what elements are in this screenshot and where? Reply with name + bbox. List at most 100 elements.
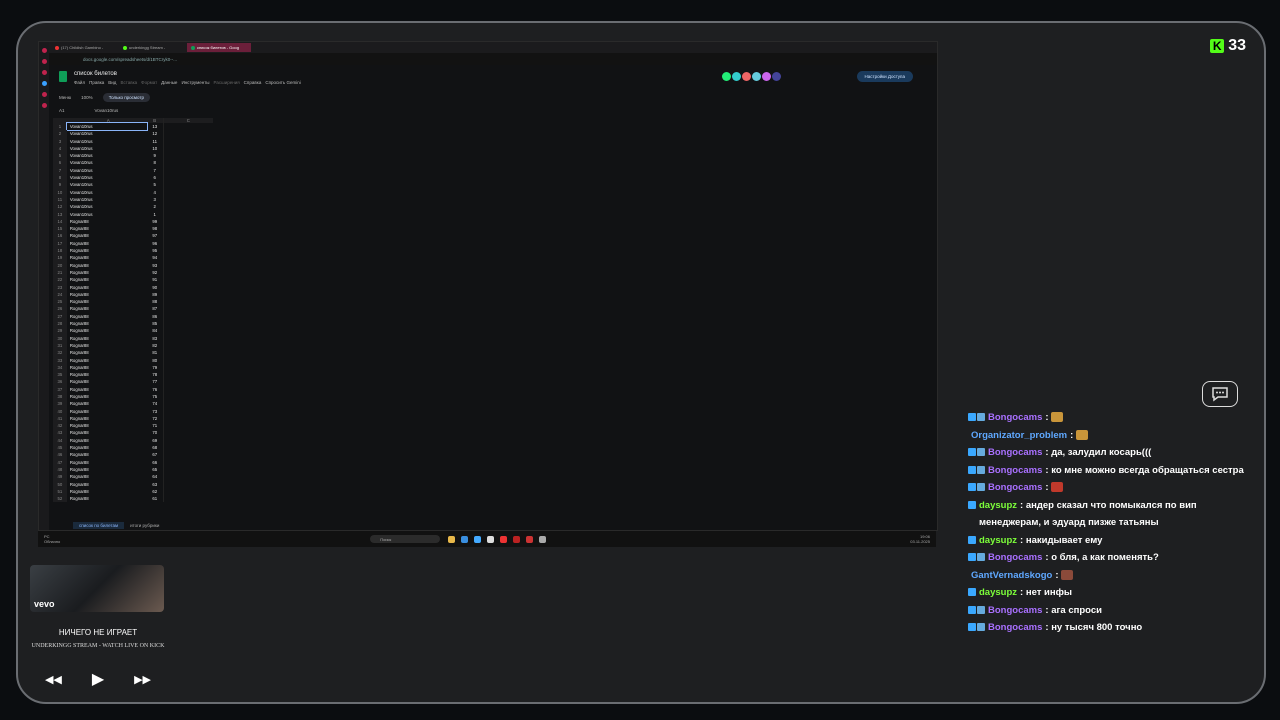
table-cell[interactable]: Rognar88 (67, 247, 147, 254)
table-cell[interactable]: Vovan10rus (67, 145, 147, 152)
table-cell[interactable]: 94 (147, 254, 163, 261)
table-cell[interactable]: 63 (147, 481, 163, 488)
menu-item[interactable]: Файл (74, 80, 85, 85)
table-cell[interactable] (162, 341, 213, 350)
chat-username[interactable]: Bongocams (988, 622, 1042, 633)
table-cell[interactable] (162, 495, 213, 503)
table-cell[interactable] (162, 247, 213, 255)
table-cell[interactable] (162, 422, 213, 430)
table-cell[interactable]: Rognar88 (67, 254, 147, 261)
table-cell[interactable]: Rognar88 (67, 386, 147, 393)
table-cell[interactable]: 64 (147, 473, 163, 480)
table-cell[interactable]: Vovan10rus (67, 203, 147, 210)
table-cell[interactable]: 91 (147, 276, 163, 283)
edge-icon[interactable] (461, 535, 469, 543)
table-cell[interactable] (162, 436, 213, 445)
table-cell[interactable]: Rognar88 (67, 466, 147, 473)
folder-icon[interactable] (448, 535, 456, 543)
table-cell[interactable]: 10 (147, 145, 163, 152)
avatar[interactable] (732, 72, 741, 81)
table-cell[interactable]: 73 (147, 408, 163, 415)
table-cell[interactable]: 1 (147, 211, 163, 218)
menu-item[interactable]: Спросить Gemini (265, 80, 300, 85)
chat-username[interactable]: Bongocams (988, 552, 1042, 563)
table-cell[interactable]: 62 (147, 488, 163, 495)
name-box[interactable]: A1 (59, 108, 65, 116)
table-cell[interactable]: Rognar88 (67, 429, 147, 436)
table-cell[interactable]: Rognar88 (67, 488, 147, 495)
table-cell[interactable] (162, 210, 213, 218)
table-cell[interactable] (162, 276, 213, 284)
table-cell[interactable] (162, 414, 213, 423)
table-cell[interactable]: 75 (147, 393, 163, 400)
table-cell[interactable]: Rognar88 (67, 437, 147, 444)
table-cell[interactable]: 8 (147, 159, 163, 166)
table-cell[interactable] (162, 181, 213, 189)
table-cell[interactable]: Rognar88 (67, 240, 147, 247)
chat-username[interactable]: Bongocams (988, 605, 1042, 616)
table-cell[interactable]: 86 (147, 313, 163, 320)
table-cell[interactable]: Rognar88 (67, 378, 147, 385)
table-cell[interactable]: 79 (147, 364, 163, 371)
sidebar-icon[interactable] (41, 92, 47, 97)
table-cell[interactable] (162, 407, 213, 415)
table-cell[interactable] (162, 159, 213, 167)
table-cell[interactable]: Rognar88 (67, 393, 147, 400)
avatar[interactable] (742, 72, 751, 81)
taskbar-search[interactable]: Поиск (370, 535, 441, 543)
table-cell[interactable] (162, 232, 213, 240)
table-cell[interactable]: Vovan10rus (67, 181, 147, 188)
avatar[interactable] (752, 72, 761, 81)
table-cell[interactable]: Rognar88 (67, 481, 147, 488)
next-icon[interactable]: ▶▶ (134, 673, 151, 686)
table-cell[interactable]: 88 (147, 298, 163, 305)
table-cell[interactable]: 93 (147, 262, 163, 269)
table-cell[interactable]: 76 (147, 386, 163, 393)
table-cell[interactable] (162, 283, 213, 291)
table-cell[interactable] (162, 298, 213, 306)
table-cell[interactable] (162, 356, 213, 364)
table-cell[interactable]: Rognar88 (67, 291, 147, 298)
table-cell[interactable]: 78 (147, 371, 163, 378)
weather-widget[interactable]: PC Облачно (44, 534, 60, 544)
avatar[interactable] (762, 72, 771, 81)
avatar[interactable] (772, 72, 781, 81)
table-cell[interactable]: Vovan10rus (67, 196, 147, 203)
table-cell[interactable] (162, 123, 213, 131)
table-cell[interactable] (162, 334, 213, 342)
sidebar-icon[interactable] (41, 81, 47, 86)
table-cell[interactable]: 13 (147, 123, 163, 130)
table-cell[interactable]: Rognar88 (67, 415, 147, 422)
app-icon[interactable] (487, 535, 495, 543)
yandex-icon[interactable] (500, 535, 508, 543)
previous-icon[interactable]: ◀◀ (45, 673, 62, 686)
menu-item[interactable]: Вид (108, 80, 116, 85)
menu-item[interactable]: Формат (141, 80, 157, 85)
chat-username[interactable]: daysupz (979, 535, 1017, 546)
table-cell[interactable]: Rognar88 (67, 459, 147, 466)
table-cell[interactable]: 98 (147, 225, 163, 232)
browser-tab[interactable]: underkingg Stream - (119, 43, 183, 52)
table-cell[interactable] (162, 144, 213, 153)
table-cell[interactable]: Rognar88 (67, 284, 147, 291)
table-cell[interactable]: 72 (147, 415, 163, 422)
table-cell[interactable]: Vovan10rus (67, 211, 147, 218)
table-cell[interactable]: 81 (147, 349, 163, 356)
browser-tab[interactable]: (17) Childish Gambino - (51, 43, 115, 52)
table-cell[interactable]: Rognar88 (67, 269, 147, 276)
table-cell[interactable]: 89 (147, 291, 163, 298)
chat-username[interactable]: Bongocams (988, 465, 1042, 476)
table-cell[interactable] (162, 174, 213, 182)
table-cell[interactable] (162, 239, 213, 248)
view-only-badge[interactable]: Только просмотр (102, 93, 150, 102)
chat-icon[interactable] (1202, 381, 1238, 407)
table-cell[interactable]: 71 (147, 422, 163, 429)
menu-item[interactable]: Расширения (214, 80, 240, 85)
chat-username[interactable]: Bongocams (988, 482, 1042, 493)
table-cell[interactable]: Rognar88 (67, 225, 147, 232)
share-button[interactable]: Настройки Доступа (856, 71, 913, 82)
sidebar-icon[interactable] (41, 59, 47, 64)
store-icon[interactable] (474, 535, 482, 543)
table-cell[interactable]: Vovan10rus (65, 121, 148, 132)
table-cell[interactable]: 96 (147, 240, 163, 247)
